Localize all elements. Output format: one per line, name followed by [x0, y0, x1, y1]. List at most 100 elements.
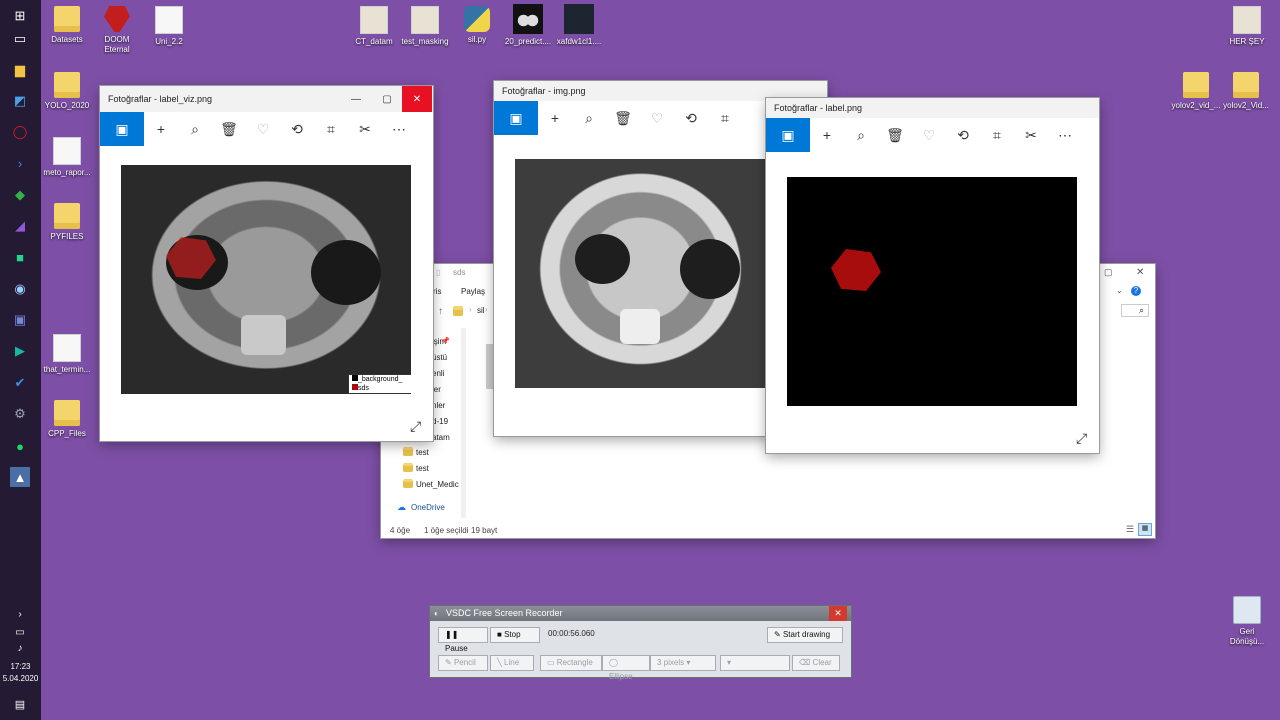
- menu-item-share-partial[interactable]: ris: [433, 287, 441, 296]
- close-button[interactable]: ✕: [402, 86, 432, 112]
- minimize-button[interactable]: —: [341, 86, 371, 112]
- expand-icon[interactable]: ⤢: [410, 418, 421, 435]
- more-icon[interactable]: ⋯: [1048, 118, 1082, 152]
- task-view-icon[interactable]: ▭: [10, 29, 30, 49]
- help-icon[interactable]: ?: [1131, 286, 1141, 296]
- desktop-icon-pyfiles[interactable]: PYFILES: [33, 203, 101, 242]
- folder-icon: ▯: [436, 268, 441, 277]
- desktop-icon-yolo[interactable]: YOLO_2020: [33, 72, 101, 111]
- color-select[interactable]: ▾: [720, 655, 790, 671]
- rotate-icon[interactable]: ⟲: [946, 118, 980, 152]
- media-icon[interactable]: ▶: [10, 341, 30, 361]
- settings-icon[interactable]: ⚙: [10, 404, 30, 424]
- delete-icon[interactable]: 🗑: [606, 101, 640, 135]
- image-view-icon[interactable]: ▣: [100, 112, 144, 146]
- store-icon[interactable]: ◩: [10, 91, 30, 111]
- clock-time[interactable]: 17:23: [0, 662, 41, 671]
- chevron-right-icon[interactable]: ›: [10, 604, 30, 624]
- image-view-icon[interactable]: ▣: [766, 118, 810, 152]
- window-titlebar: Fotoğraflar - label_viz.png — ▢ ✕: [100, 86, 433, 112]
- windows-icon[interactable]: ⊞: [10, 6, 30, 26]
- desktop-icon-that-termin[interactable]: that_termin...: [33, 334, 101, 375]
- desktop-icon-xafdw[interactable]: xafdw1cl1....: [545, 4, 613, 47]
- lung-left: [575, 234, 630, 284]
- pencil-button[interactable]: ✎ Pencil: [438, 655, 488, 671]
- add-icon[interactable]: +: [810, 118, 844, 152]
- zoom-icon[interactable]: ⌕: [844, 118, 878, 152]
- menu-item-share[interactable]: Paylaş: [461, 287, 485, 296]
- stop-button[interactable]: ■ Stop: [490, 627, 540, 643]
- close-button[interactable]: ✕: [1136, 267, 1144, 278]
- search-box[interactable]: ⌕: [1121, 304, 1149, 317]
- window-title: Fotoğraflar - label_viz.png: [108, 94, 213, 104]
- line-button[interactable]: ╲ Line: [490, 655, 534, 671]
- spotify-icon[interactable]: ●: [10, 436, 30, 456]
- favorite-icon[interactable]: ♡: [912, 118, 946, 152]
- pause-button[interactable]: ❚❚ Pause: [438, 627, 488, 653]
- steam-icon[interactable]: ◉: [10, 279, 30, 299]
- large-icons-view-icon[interactable]: ▦: [1138, 523, 1152, 536]
- pycharm-icon[interactable]: ■: [10, 247, 30, 267]
- status-size: 19 bayt: [471, 526, 498, 535]
- desktop-icon-uni[interactable]: Uni_2.2: [135, 6, 203, 47]
- maximize-button[interactable]: ▢: [1104, 267, 1113, 278]
- nav-item-unet[interactable]: Unet_Medic: [416, 480, 459, 489]
- delete-icon[interactable]: 🗑: [212, 112, 246, 146]
- line-width-select[interactable]: 3 pixels ▾: [650, 655, 716, 671]
- file-explorer-icon[interactable]: ▆: [10, 60, 30, 80]
- volume-icon[interactable]: ♪: [10, 638, 30, 658]
- crop-icon[interactable]: ⌗: [708, 101, 742, 135]
- maximize-button[interactable]: ▢: [372, 86, 402, 112]
- discord-icon[interactable]: ▣: [10, 310, 30, 330]
- edit-icon[interactable]: ✂: [348, 112, 382, 146]
- photos-icon[interactable]: ▲: [10, 467, 30, 487]
- visual-studio-icon[interactable]: ◢: [10, 216, 30, 236]
- delete-icon[interactable]: 🗑: [878, 118, 912, 152]
- ellipse-button[interactable]: ◯ Ellipse: [602, 655, 650, 681]
- window-title: Fotoğraflar - img.png: [502, 86, 586, 96]
- powershell-icon[interactable]: ›: [10, 153, 30, 173]
- rotate-icon[interactable]: ⟲: [674, 101, 708, 135]
- chevron-down-icon[interactable]: ⌄: [1116, 286, 1123, 295]
- image-view-icon[interactable]: ▣: [494, 101, 538, 135]
- crop-icon[interactable]: ⌗: [314, 112, 348, 146]
- file-icon: [411, 6, 439, 34]
- clear-button[interactable]: ⌫ Clear: [792, 655, 840, 671]
- details-view-icon[interactable]: ☰: [1126, 524, 1134, 535]
- todo-icon[interactable]: ✔: [10, 373, 30, 393]
- breadcrumb-path[interactable]: sil: [477, 306, 485, 315]
- more-icon[interactable]: ⋯: [382, 112, 416, 146]
- rotate-icon[interactable]: ⟲: [280, 112, 314, 146]
- close-button[interactable]: ✕: [829, 606, 847, 621]
- edit-icon[interactable]: ✂: [1014, 118, 1048, 152]
- desktop-icon-label: CPP_Files: [48, 429, 86, 438]
- desktop-icon-cpp-files[interactable]: CPP_Files: [33, 400, 101, 439]
- add-icon[interactable]: +: [144, 112, 178, 146]
- file-icon: [155, 6, 183, 34]
- up-arrow-icon[interactable]: ↑: [438, 306, 443, 317]
- zoom-icon[interactable]: ⌕: [572, 101, 606, 135]
- desktop-icon-label: yolov2_Vid...: [1223, 101, 1269, 110]
- nav-item-onedrive[interactable]: OneDrive: [411, 503, 445, 512]
- expand-icon[interactable]: ⤢: [1076, 430, 1087, 447]
- opera-icon[interactable]: ◯: [10, 122, 30, 142]
- label-mask-image: [787, 177, 1077, 406]
- notification-icon[interactable]: ▤: [10, 694, 30, 714]
- favorite-icon[interactable]: ♡: [246, 112, 280, 146]
- nav-item-test[interactable]: test: [416, 448, 429, 457]
- desktop-icon-yolov2-b[interactable]: yolov2_Vid...: [1212, 72, 1280, 111]
- add-icon[interactable]: +: [538, 101, 572, 135]
- tag-icon[interactable]: ◆: [10, 185, 30, 205]
- start-drawing-button[interactable]: ✎ Start drawing: [767, 627, 843, 643]
- zoom-icon[interactable]: ⌕: [178, 112, 212, 146]
- favorite-icon[interactable]: ♡: [640, 101, 674, 135]
- desktop-icon-label: HER ŞEY: [1229, 37, 1265, 46]
- nav-item-test[interactable]: test: [416, 464, 429, 473]
- desktop-icon-meto[interactable]: meto_rapor...: [33, 137, 101, 178]
- rectangle-button[interactable]: ▭ Rectangle: [540, 655, 602, 671]
- desktop-icon-recycle-bin[interactable]: Geri Dönüşü...: [1213, 596, 1280, 647]
- desktop-icon-her-sey[interactable]: HER ŞEY: [1213, 6, 1280, 47]
- clock-date[interactable]: 5.04.2020: [0, 674, 41, 683]
- crop-icon[interactable]: ⌗: [980, 118, 1014, 152]
- scrollbar[interactable]: [461, 328, 466, 518]
